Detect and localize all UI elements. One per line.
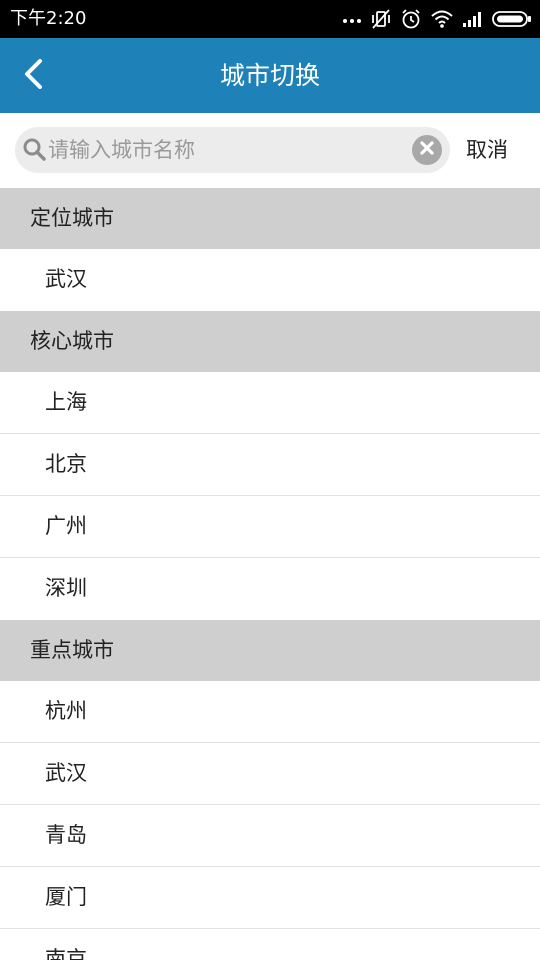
clear-button[interactable] — [412, 135, 442, 165]
city-item[interactable]: 厦门 — [0, 867, 540, 929]
city-item[interactable]: 广州 — [0, 496, 540, 558]
status-icons — [342, 0, 532, 38]
signal-icon — [462, 10, 484, 28]
section-header-located: 定位城市 — [0, 188, 540, 249]
chevron-left-icon — [22, 58, 44, 94]
battery-icon — [492, 10, 532, 28]
city-item[interactable]: 上海 — [0, 372, 540, 434]
city-item[interactable]: 武汉 — [0, 743, 540, 805]
city-item[interactable]: 北京 — [0, 434, 540, 496]
close-icon — [419, 140, 435, 160]
back-button[interactable] — [22, 38, 72, 113]
city-item[interactable]: 深圳 — [0, 558, 540, 620]
search-input[interactable] — [48, 127, 408, 173]
wifi-icon — [430, 9, 454, 29]
title-bar: 城市切换 — [0, 38, 540, 113]
cancel-button[interactable]: 取消 — [456, 113, 518, 188]
city-item[interactable]: 南京 — [0, 929, 540, 960]
more-dots-icon — [342, 14, 362, 24]
city-item[interactable]: 杭州 — [0, 681, 540, 743]
page-title: 城市切换 — [219, 61, 320, 90]
city-item[interactable]: 武汉 — [0, 249, 540, 311]
city-item[interactable]: 青岛 — [0, 805, 540, 867]
status-bar: 下午2:20 — [0, 0, 540, 38]
section-header-core: 核心城市 — [0, 311, 540, 372]
search-box — [15, 127, 450, 173]
alarm-icon — [400, 8, 422, 30]
city-list: 定位城市 武汉 核心城市 上海 北京 广州 深圳 重点城市 杭州 武汉 青岛 厦… — [0, 188, 540, 960]
vibrate-off-icon — [370, 8, 392, 30]
section-header-key: 重点城市 — [0, 620, 540, 681]
status-time: 下午2:20 — [10, 8, 87, 29]
search-icon — [23, 137, 47, 167]
search-row: 取消 — [0, 113, 540, 188]
